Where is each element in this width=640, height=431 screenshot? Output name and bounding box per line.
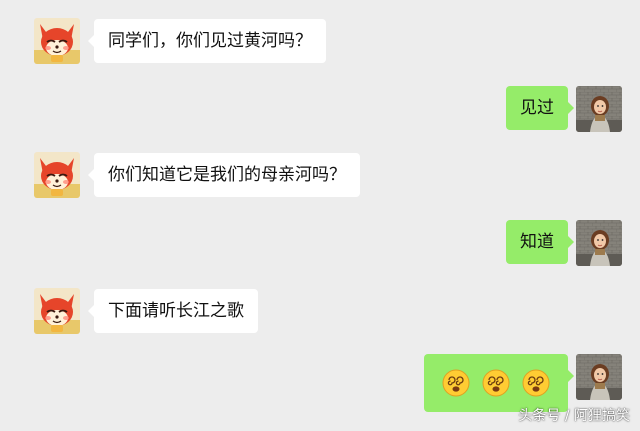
chat-area: 同学们，你们见过黄河吗？ 见过 你们知道它是我们的母亲河吗？ 知道 下面请听长江… <box>0 0 640 431</box>
incoming-message-bubble[interactable]: 同学们，你们见过黄河吗？ <box>88 19 326 63</box>
dizzy-face-emoji-icon <box>442 369 470 397</box>
girl-photo-icon <box>576 354 622 400</box>
fox-cartoon-icon <box>34 18 80 64</box>
girl-avatar[interactable] <box>576 354 622 400</box>
girl-photo-icon <box>576 220 622 266</box>
outgoing-emoji-bubble[interactable] <box>424 354 574 412</box>
fox-cartoon-icon <box>34 152 80 198</box>
outgoing-message-bubble[interactable]: 见过 <box>506 86 574 130</box>
girl-avatar[interactable] <box>576 220 622 266</box>
outgoing-message-bubble[interactable]: 知道 <box>506 220 574 264</box>
dizzy-face-emoji-icon <box>522 369 550 397</box>
fox-avatar[interactable] <box>34 152 80 198</box>
incoming-message-bubble[interactable]: 下面请听长江之歌 <box>88 289 258 333</box>
fox-avatar[interactable] <box>34 288 80 334</box>
fox-cartoon-icon <box>34 288 80 334</box>
girl-photo-icon <box>576 86 622 132</box>
incoming-message-bubble[interactable]: 你们知道它是我们的母亲河吗？ <box>88 153 360 197</box>
dizzy-face-emoji-icon <box>482 369 510 397</box>
girl-avatar[interactable] <box>576 86 622 132</box>
fox-avatar[interactable] <box>34 18 80 64</box>
watermark-text: 头条号 / 阿狸搞笑 <box>518 408 630 424</box>
